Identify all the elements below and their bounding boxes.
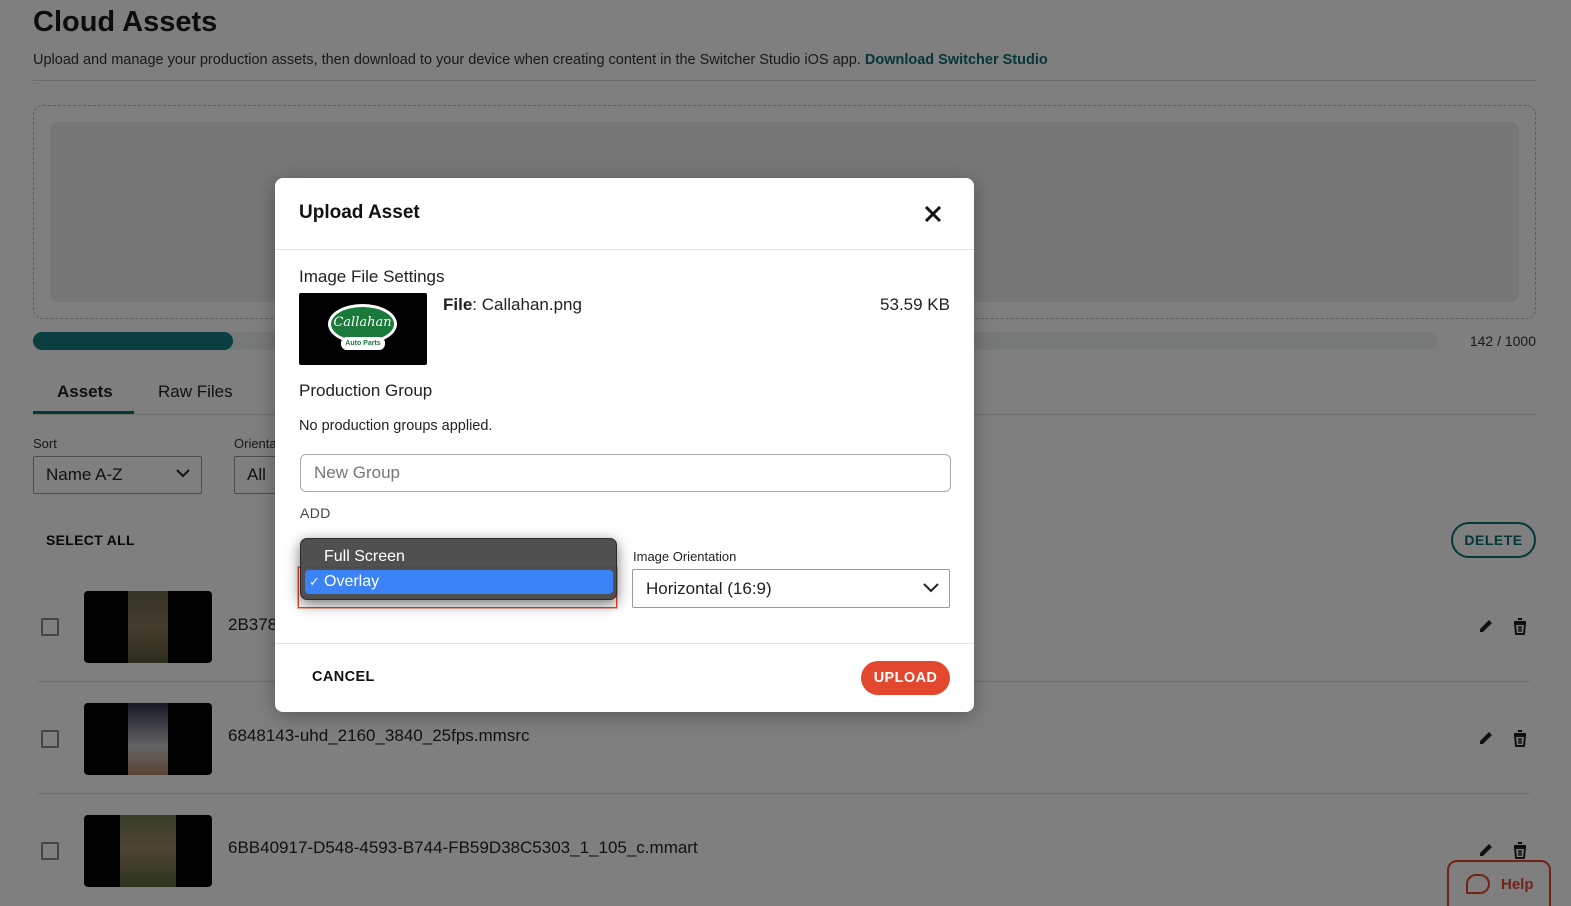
add-group-button[interactable]: ADD bbox=[300, 505, 331, 521]
file-name-value: : Callahan.png bbox=[472, 295, 582, 314]
option-label: Overlay bbox=[324, 573, 380, 590]
upload-button[interactable]: UPLOAD bbox=[861, 661, 950, 695]
modal-footer-divider bbox=[275, 643, 974, 644]
orientation-select-value: Horizontal (16:9) bbox=[646, 579, 772, 598]
image-settings-title: Image File Settings bbox=[299, 267, 445, 286]
chevron-down-icon bbox=[922, 578, 940, 601]
cancel-button[interactable]: CANCEL bbox=[312, 669, 375, 685]
file-size: 53.59 KB bbox=[880, 295, 950, 314]
upload-asset-modal: Upload Asset Image File Settings Callaha… bbox=[275, 178, 974, 712]
file-label: File bbox=[443, 295, 473, 314]
logo-subtext: Auto Parts bbox=[341, 337, 385, 350]
file-name: File: Callahan.png bbox=[443, 295, 582, 315]
file-thumbnail: Callahan Auto Parts bbox=[299, 293, 427, 365]
production-group-title: Production Group bbox=[299, 381, 433, 400]
option-label: Full Screen bbox=[324, 548, 405, 565]
close-icon[interactable] bbox=[919, 200, 947, 228]
modal-header-divider bbox=[275, 249, 974, 250]
logo-text: Callahan bbox=[331, 307, 394, 341]
image-orientation-select[interactable]: Horizontal (16:9) bbox=[632, 569, 950, 608]
checkmark-icon: ✓ bbox=[309, 574, 320, 589]
image-orientation-label: Image Orientation bbox=[633, 549, 737, 564]
modal-title: Upload Asset bbox=[299, 202, 420, 223]
new-group-input[interactable] bbox=[300, 454, 951, 492]
dropdown-option-overlay[interactable]: ✓ Overlay bbox=[305, 570, 613, 594]
asset-type-dropdown-menu: Full Screen ✓ Overlay bbox=[300, 538, 617, 600]
dropdown-option-full-screen[interactable]: Full Screen bbox=[305, 545, 613, 569]
no-groups-text: No production groups applied. bbox=[299, 418, 493, 434]
